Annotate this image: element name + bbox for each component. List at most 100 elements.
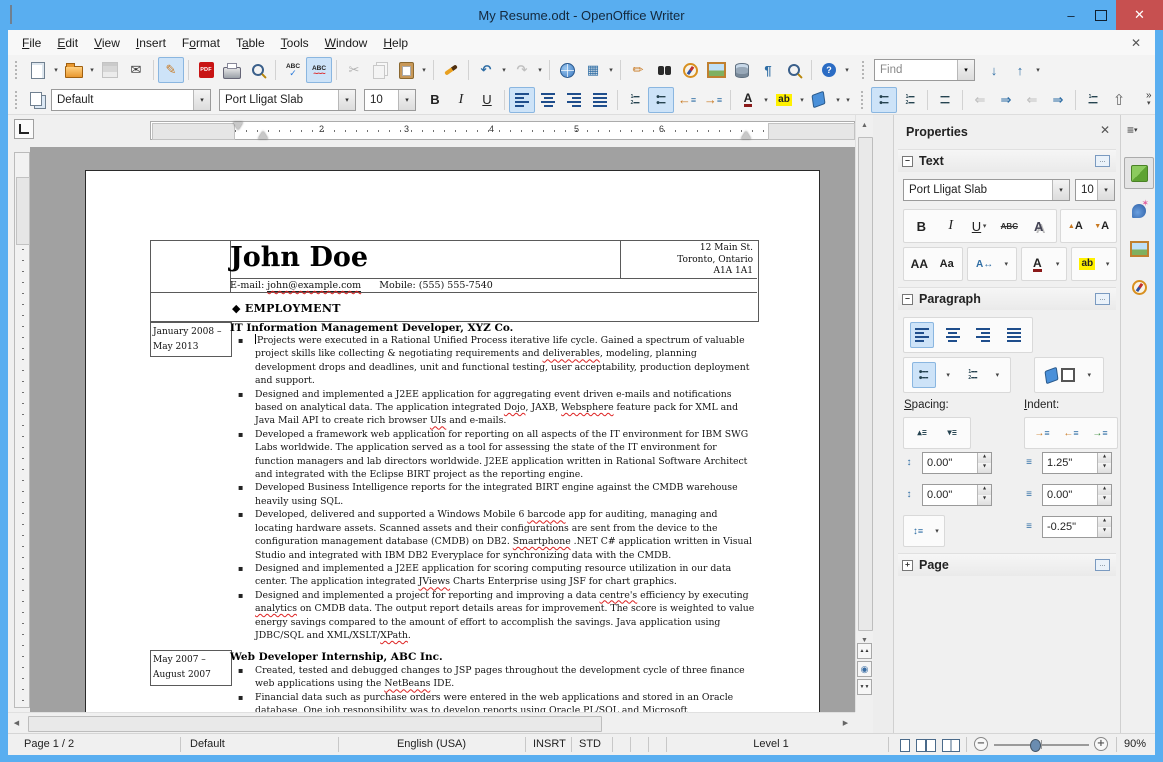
spinner[interactable]: ▲ ▼ [1097, 485, 1111, 505]
undo-dropdown[interactable]: ▾ [499, 58, 509, 82]
copy-button[interactable] [367, 57, 393, 83]
email-button[interactable]: ✉ [123, 57, 149, 83]
page-style[interactable]: Default [190, 738, 225, 750]
outline-level[interactable]: Level 1 [666, 738, 876, 750]
insert-unnumbered-button[interactable]: 1▬▬ ▬▬▬ [1080, 87, 1106, 113]
below-spacing-field[interactable]: 0.00" ▲ ▼ [922, 484, 992, 506]
sidebar-font-color-button[interactable]: A [1025, 251, 1049, 277]
bullet-list-button[interactable]: ●▬▬ ●▬▬ [648, 86, 674, 113]
open-button[interactable] [61, 57, 87, 83]
zoom-percentage[interactable]: 90% [1124, 738, 1146, 750]
scroll-up-icon[interactable]: ▲ [857, 118, 872, 133]
find-next-button[interactable]: ↓ [981, 57, 1007, 83]
promote-level-button[interactable]: ⇐ [967, 87, 993, 113]
decrease-font-size-button[interactable]: Aa [935, 251, 959, 277]
menu-format[interactable]: Format [174, 33, 228, 53]
toolbar-grip[interactable] [15, 90, 20, 109]
sidebar-font-size-combo[interactable]: 10 ▾ [1075, 179, 1115, 201]
print-button[interactable] [219, 57, 245, 83]
find-toolbar-overflow[interactable]: ▾ [1033, 58, 1043, 82]
menu-edit[interactable]: Edit [49, 33, 86, 53]
char-spacing-dropdown[interactable]: ▾ [1001, 252, 1011, 276]
find-input[interactable] [875, 64, 957, 76]
horizontal-scrollbar[interactable]: ◀ ▶ [8, 712, 855, 733]
edit-file-button[interactable]: ✎ [158, 57, 184, 83]
open-dropdown[interactable]: ▾ [87, 58, 97, 82]
bullets-on-off-button[interactable]: ●▬▬ ●▬▬ [871, 86, 897, 113]
paragraph-dialog-launcher-icon[interactable]: ... [1095, 293, 1110, 305]
insert-mode[interactable]: INSRT [533, 738, 566, 750]
justify-button[interactable] [587, 87, 613, 113]
above-spacing-field[interactable]: 0.00" ▲ ▼ [922, 452, 992, 474]
autospellcheck-button[interactable]: ABC ~~~ [306, 57, 332, 83]
draw-functions-button[interactable]: ✏ [625, 57, 651, 83]
sidebar-bullet-dropdown[interactable]: ▾ [943, 363, 953, 387]
first-line-indent-marker[interactable] [233, 122, 243, 130]
sidebar-align-center-button[interactable] [941, 322, 965, 348]
email-link[interactable]: john@example.com [267, 280, 362, 292]
sidebar-bullet-list-button[interactable]: ●▬▬ ●▬▬ [911, 362, 936, 388]
table-dropdown[interactable]: ▾ [606, 58, 616, 82]
background-color-button[interactable] [807, 87, 833, 113]
next-page-button[interactable]: ▼▼ [857, 679, 872, 695]
page-count[interactable]: Page 1 / 2 [24, 738, 74, 750]
paragraph-background-button[interactable] [1044, 362, 1076, 388]
page-preview-button[interactable] [245, 57, 271, 83]
paragraph-style-combo[interactable]: Default ▾ [51, 88, 211, 111]
scroll-right-icon[interactable]: ▶ [838, 715, 853, 730]
decrease-font-spacing-button[interactable]: ▼ A [1090, 213, 1114, 239]
demote-level-button[interactable]: ⇒ [993, 87, 1019, 113]
export-pdf-button[interactable]: PDF [193, 57, 219, 83]
collapse-icon[interactable]: − [902, 293, 913, 305]
underline-button[interactable]: U [474, 87, 500, 113]
vertical-scroll-thumb[interactable] [858, 137, 873, 631]
sidebar-font-color-dropdown[interactable]: ▾ [1053, 252, 1063, 276]
lists-toolbar-overflow[interactable]: » ▾ [1146, 91, 1152, 108]
tab-navigator[interactable] [1124, 271, 1154, 303]
nonprinting-chars-button[interactable]: ¶ [755, 57, 781, 83]
tab-properties[interactable] [1124, 157, 1154, 189]
character-spacing-button[interactable]: A↔ [973, 251, 997, 277]
zoom-slider-thumb[interactable] [1030, 739, 1041, 752]
insert-table-button[interactable]: ▦ [580, 57, 606, 83]
sidebar-splitter[interactable] [873, 115, 893, 733]
text-section-header[interactable]: − Text ... [898, 149, 1116, 172]
horizontal-scroll-thumb[interactable] [28, 716, 602, 732]
sidebar-font-name-combo[interactable]: Port Lligat Slab ▾ [903, 179, 1070, 201]
find-toolbar-grip[interactable] [862, 61, 867, 79]
sidebar-italic-button[interactable]: I [939, 213, 963, 239]
horizontal-ruler[interactable]: 2 3 4 5 6 [150, 121, 855, 140]
menu-table[interactable]: Table [228, 33, 273, 53]
line-spacing-dropdown[interactable]: ▾ [932, 519, 942, 543]
styles-panel-button[interactable] [25, 87, 51, 113]
zoom-button[interactable] [781, 57, 807, 83]
highlighting-dropdown[interactable]: ▾ [797, 88, 807, 112]
close-document-icon[interactable]: ✕ [1131, 36, 1141, 50]
font-name-combo[interactable]: Port Lligat Slab ▾ [219, 88, 356, 111]
undo-button[interactable]: ↶ [473, 57, 499, 83]
sidebar-numbered-dropdown[interactable]: ▾ [992, 363, 1002, 387]
sidebar-decrease-indent-button[interactable]: ← ≡ [1059, 420, 1083, 446]
text-dialog-launcher-icon[interactable]: ... [1095, 155, 1110, 167]
tab-gallery[interactable] [1124, 233, 1154, 265]
font-color-dropdown[interactable]: ▾ [761, 88, 771, 112]
no-list-button[interactable]: ▬▬▬ ▬▬▬ [932, 87, 958, 113]
sidebar-close-icon[interactable]: ✕ [1100, 123, 1110, 137]
multi-page-view-icon[interactable] [916, 739, 926, 752]
menu-window[interactable]: Window [317, 33, 376, 53]
menu-insert[interactable]: Insert [128, 33, 174, 53]
paragraph-background-dropdown[interactable]: ▾ [1084, 363, 1094, 387]
menu-tools[interactable]: Tools [273, 33, 317, 53]
increase-spacing-button[interactable]: ▲≡ [910, 420, 934, 446]
help-button[interactable]: ? [816, 57, 842, 83]
sidebar-align-right-button[interactable] [971, 322, 995, 348]
single-page-view-icon[interactable] [900, 739, 910, 752]
zoom-out-icon[interactable]: − [974, 737, 988, 751]
find-replace-button[interactable] [651, 57, 677, 83]
sidebar-numbered-list-button[interactable]: 1▬▬ 2▬▬ [961, 362, 985, 388]
decrease-spacing-button[interactable]: ▼≡ [940, 420, 964, 446]
align-center-button[interactable] [535, 87, 561, 113]
previous-page-button[interactable]: ▲▲ [857, 643, 872, 659]
decrease-indent-button[interactable]: ← ≡ [674, 87, 700, 113]
line-spacing-button[interactable]: ↕ ≡ [906, 518, 930, 544]
